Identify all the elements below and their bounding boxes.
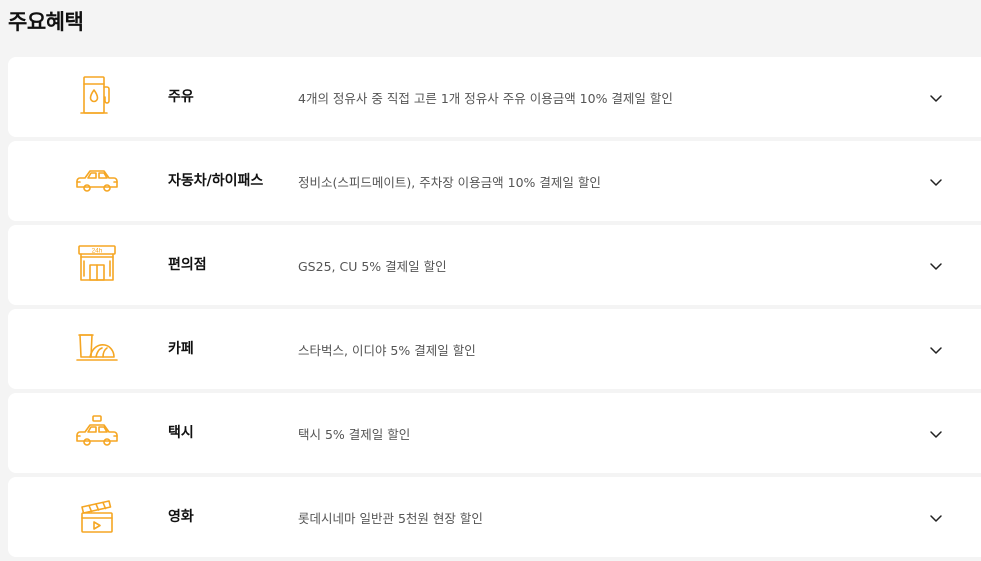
benefit-description: 택시 5% 결제일 할인 xyxy=(298,427,411,442)
benefit-name: 자동차/하이패스 xyxy=(168,173,264,189)
coffee-croissant-icon xyxy=(74,325,120,371)
chevron-down-icon[interactable] xyxy=(928,90,944,106)
gas-station-icon xyxy=(74,73,120,119)
chevron-down-icon[interactable] xyxy=(928,426,944,442)
convenience-store-icon: 24h xyxy=(74,241,120,287)
page-title: 주요혜택 xyxy=(8,10,84,34)
taxi-icon xyxy=(74,409,120,455)
chevron-down-icon[interactable] xyxy=(928,510,944,526)
benefit-description: 정비소(스피드메이트), 주차장 이용금액 10% 결제일 할인 xyxy=(298,175,601,190)
benefit-item-convenience-store[interactable]: 24h 편의점 GS25, CU 5% 결제일 할인 xyxy=(8,225,981,305)
benefit-description: GS25, CU 5% 결제일 할인 xyxy=(298,259,447,274)
benefit-name: 택시 xyxy=(168,425,194,441)
benefit-item-cafe[interactable]: 카페 스타벅스, 이디야 5% 결제일 할인 xyxy=(8,309,981,389)
car-icon xyxy=(74,157,120,203)
benefit-item-fuel[interactable]: 주유 4개의 정유사 중 직접 고른 1개 정유사 주유 이용금액 10% 결제… xyxy=(8,57,981,137)
benefit-item-car-hipass[interactable]: 자동차/하이패스 정비소(스피드메이트), 주차장 이용금액 10% 결제일 할… xyxy=(8,141,981,221)
chevron-down-icon[interactable] xyxy=(928,258,944,274)
benefit-description: 스타벅스, 이디야 5% 결제일 할인 xyxy=(298,343,476,358)
benefit-item-taxi[interactable]: 택시 택시 5% 결제일 할인 xyxy=(8,393,981,473)
benefit-name: 영화 xyxy=(168,509,194,525)
benefit-name: 카페 xyxy=(168,341,194,357)
chevron-down-icon[interactable] xyxy=(928,342,944,358)
benefit-description: 롯데시네마 일반관 5천원 현장 할인 xyxy=(298,511,483,526)
benefit-description: 4개의 정유사 중 직접 고른 1개 정유사 주유 이용금액 10% 결제일 할… xyxy=(298,91,673,106)
benefit-list: 주유 4개의 정유사 중 직접 고른 1개 정유사 주유 이용금액 10% 결제… xyxy=(8,57,981,561)
chevron-down-icon[interactable] xyxy=(928,174,944,190)
benefit-name: 주유 xyxy=(168,89,194,105)
benefit-item-movie[interactable]: 영화 롯데시네마 일반관 5천원 현장 할인 xyxy=(8,477,981,557)
clapperboard-icon xyxy=(74,493,120,539)
store-sign-text: 24h xyxy=(92,248,103,255)
benefit-name: 편의점 xyxy=(168,257,207,273)
